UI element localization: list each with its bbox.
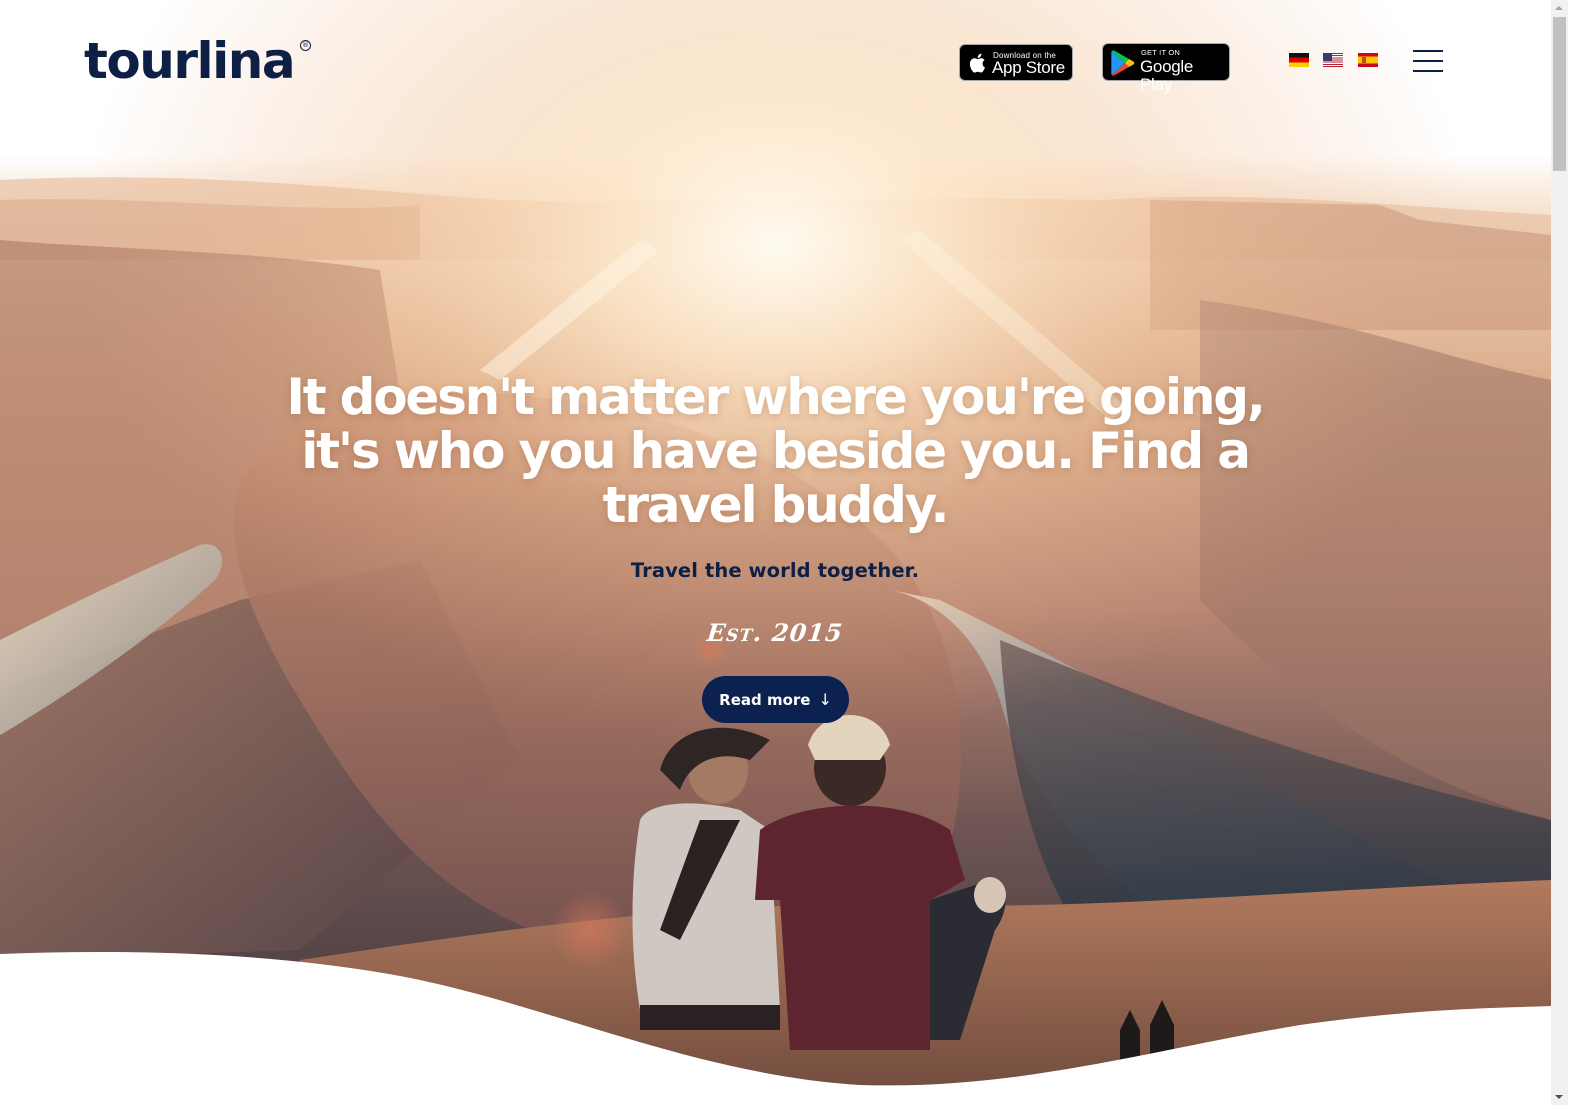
hamburger-line — [1413, 70, 1443, 72]
read-more-label: Read more — [719, 690, 811, 709]
hero-section: It doesn't matter where you're going, it… — [0, 0, 1551, 1105]
established-label: Est. 2015 — [705, 618, 845, 647]
site-header: tourlina ® Download on the App Store GET… — [0, 0, 1551, 130]
hamburger-line — [1413, 50, 1443, 52]
flag-germany-icon[interactable] — [1289, 53, 1309, 67]
read-more-button[interactable]: Read more ↓ — [702, 676, 849, 723]
apple-icon — [969, 53, 985, 73]
google-play-small-text: GET IT ON — [1141, 48, 1181, 57]
page: It doesn't matter where you're going, it… — [0, 0, 1551, 1105]
scroll-up-arrow-icon[interactable] — [1551, 0, 1568, 17]
google-play-icon — [1111, 50, 1135, 76]
flag-usa-icon[interactable] — [1323, 53, 1343, 67]
app-store-badge[interactable]: Download on the App Store — [959, 44, 1073, 81]
hero-subtitle: Travel the world together. — [630, 559, 920, 582]
google-play-badge[interactable]: GET IT ON Google Play — [1102, 43, 1230, 94]
flag-spain-icon[interactable] — [1358, 53, 1378, 67]
scroll-down-arrow-icon[interactable] — [1551, 1088, 1568, 1105]
arrow-down-icon: ↓ — [818, 690, 832, 709]
hero-bottom-wave — [0, 951, 1551, 1105]
hamburger-line — [1413, 60, 1443, 62]
hero-title: It doesn't matter where you're going, it… — [286, 368, 1266, 534]
app-store-big-text: App Store — [992, 58, 1065, 77]
logo[interactable]: tourlina — [84, 28, 296, 94]
google-play-big-text: Google Play — [1140, 57, 1194, 94]
scrollbar-thumb[interactable] — [1553, 17, 1566, 171]
hamburger-menu-icon[interactable] — [1413, 49, 1443, 73]
window-edge — [1568, 0, 1584, 1105]
vertical-scrollbar[interactable] — [1551, 0, 1568, 1105]
registered-mark: ® — [300, 40, 311, 51]
